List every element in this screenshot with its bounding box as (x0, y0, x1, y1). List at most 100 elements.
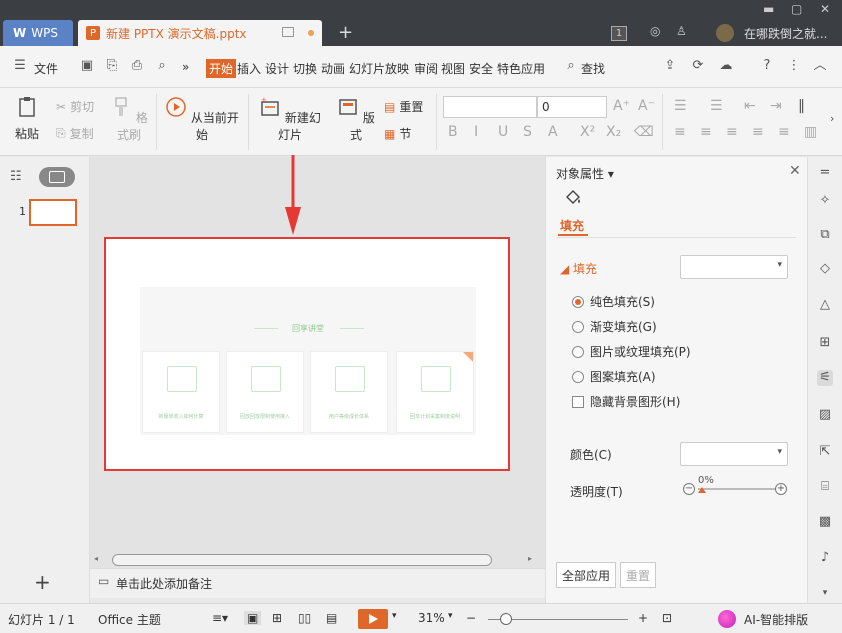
share-icon[interactable]: ⇪ (662, 58, 678, 74)
align-left-icon[interactable]: ≡ (674, 124, 686, 140)
justify-icon[interactable]: ≡ (752, 124, 764, 140)
radio-picture-fill[interactable]: 图片或纹理填充(P) (572, 343, 691, 360)
copy-button[interactable]: ⎘ 复制 (56, 125, 94, 142)
slide-sorter-icon[interactable]: ⊞ (272, 611, 282, 625)
radio-pattern-fill[interactable]: 图案填充(A) (572, 368, 656, 385)
zoom-out-icon[interactable]: − (466, 611, 476, 625)
menu-file[interactable]: 文件 (34, 60, 58, 77)
zoom-dropdown-icon[interactable]: ▾ (448, 611, 453, 621)
normal-view-icon[interactable]: ▣ (244, 611, 262, 625)
panel-title[interactable]: 对象属性 ▾ (556, 165, 614, 182)
cut-button[interactable]: ✂ 剪切 (56, 98, 94, 115)
increase-transparency-button[interactable]: + (775, 483, 787, 495)
zoom-in-icon[interactable]: + (638, 611, 648, 625)
maximize-icon[interactable]: ▢ (791, 2, 802, 16)
document-tab[interactable]: P 新建 PPTX 演示文稿.pptx (78, 20, 322, 46)
notification-badge[interactable]: 1 (611, 26, 627, 41)
user-name[interactable]: 在哪跌倒之就... (744, 25, 827, 42)
increase-font-icon[interactable]: A⁺ (613, 98, 630, 114)
decrease-transparency-button[interactable]: − (683, 483, 695, 495)
radio-button[interactable] (572, 295, 584, 308)
slide-view-toggle[interactable] (39, 167, 75, 187)
cloud-sync-icon[interactable]: ☁ (718, 58, 734, 74)
add-slide-icon[interactable]: + (34, 570, 51, 594)
italic-icon[interactable]: I (474, 124, 478, 140)
horizontal-scrollbar[interactable]: ◂ ▸ (90, 552, 545, 568)
font-family-select[interactable] (443, 96, 537, 118)
tab-start[interactable]: 开始 (206, 59, 237, 78)
scroll-down-icon[interactable]: ▾ (817, 585, 833, 601)
strikethrough-icon[interactable]: S (523, 124, 532, 140)
tab-view[interactable]: 视图 (441, 60, 465, 77)
slide-canvas[interactable]: 回享讲堂 新服单收入如何计算 回放回放限制使用接入 用户等级成长体系 回享计划采… (90, 155, 545, 567)
grid-icon[interactable]: ⊞ (817, 335, 833, 351)
presenter-view-icon[interactable]: ▤ (326, 611, 337, 625)
tab-slideshow[interactable]: 幻灯片放映 (349, 60, 409, 77)
format-painter-button[interactable]: 格式刷 (108, 96, 150, 143)
shapes-icon[interactable]: ◇ (817, 261, 833, 277)
underline-icon[interactable]: U (498, 124, 508, 140)
export-icon[interactable]: ⎘ (104, 58, 120, 74)
font-size-select[interactable]: 0 (537, 96, 607, 118)
tab-special-apps[interactable]: 特色应用 (497, 60, 545, 77)
image-icon[interactable]: ▩ (817, 514, 833, 530)
radio-button[interactable] (572, 345, 584, 358)
slider-handle[interactable] (698, 487, 706, 493)
tab-animation[interactable]: 动画 (321, 60, 345, 77)
search-icon[interactable]: ⌕ (563, 58, 579, 74)
distribute-icon[interactable]: ≡ (778, 124, 790, 140)
columns-icon[interactable]: ▥ (804, 124, 817, 140)
save-icon[interactable]: ▣ (79, 58, 95, 74)
search-label[interactable]: 查找 (581, 60, 605, 77)
scroll-right-icon[interactable]: ▸ (528, 554, 532, 563)
menu-icon[interactable]: ▬ (763, 2, 774, 16)
reading-view-icon[interactable]: ▯▯ (298, 611, 311, 625)
reset-properties-button[interactable]: 重置 (620, 562, 657, 588)
slide[interactable]: 回享讲堂 新服单收入如何计算 回放回放限制使用接入 用户等级成长体系 回享计划采… (104, 237, 510, 471)
hamburger-icon[interactable]: ☰ (12, 58, 28, 74)
notes-toggle-icon[interactable]: ≡▾ (212, 611, 228, 625)
transparency-slider[interactable] (698, 488, 778, 490)
ai-icon[interactable] (718, 610, 736, 628)
fill-section-header[interactable]: ◢ 填充 (560, 260, 597, 277)
sync-icon[interactable]: ⟳ (690, 58, 706, 74)
play-slideshow-button[interactable] (358, 609, 388, 629)
tab-transition[interactable]: 切换 (293, 60, 317, 77)
archive-icon[interactable]: ⌸ (817, 479, 833, 495)
tab-design[interactable]: 设计 (265, 60, 289, 77)
align-right-icon[interactable]: ≡ (726, 124, 738, 140)
line-spacing-icon[interactable]: ‖ (798, 98, 805, 114)
radio-solid-fill[interactable]: 纯色填充(S) (572, 293, 655, 310)
tab-review[interactable]: 审阅 (414, 60, 438, 77)
help-icon[interactable]: ? (759, 58, 775, 74)
radio-button[interactable] (572, 320, 584, 333)
radio-button[interactable] (572, 370, 584, 383)
layout-button[interactable]: 版式 (336, 96, 376, 143)
from-current-button[interactable]: 从当前开始 (164, 96, 240, 143)
tab-security[interactable]: 安全 (469, 60, 493, 77)
collapse-ribbon-icon[interactable]: ︿ (812, 58, 828, 74)
export-icon[interactable]: ⇱ (817, 444, 833, 460)
style-icon[interactable]: △ (817, 297, 833, 313)
new-tab-button[interactable]: + (338, 22, 353, 43)
cloud-icon[interactable]: ◎ (650, 24, 660, 38)
indent-decrease-icon[interactable]: ⇤ (744, 98, 756, 114)
copy-format-icon[interactable]: ⧉ (817, 227, 833, 243)
bold-icon[interactable]: B (448, 124, 458, 140)
new-slide-button[interactable]: + 新建幻灯片 (256, 96, 324, 143)
color-select[interactable] (680, 442, 788, 466)
zoom-handle[interactable] (500, 613, 512, 625)
ribbon-scroll-right-icon[interactable]: › (830, 112, 834, 125)
font-color-icon[interactable]: A (548, 124, 558, 140)
apply-all-button[interactable]: 全部应用 (556, 562, 617, 588)
tab-fill[interactable]: 填充 (560, 217, 584, 234)
tab-insert[interactable]: 插入 (237, 60, 261, 77)
screen-icon[interactable] (282, 27, 294, 37)
reset-button[interactable]: ▤ 重置 (384, 98, 423, 115)
notes-area[interactable]: ▭ 单击此处添加备注 (90, 568, 545, 598)
picture-icon[interactable]: ▨ (817, 407, 833, 423)
play-dropdown-icon[interactable]: ▾ (392, 611, 397, 621)
zoom-level[interactable]: 31% (418, 611, 445, 625)
outline-view-icon[interactable]: ☷ (10, 169, 22, 184)
audio-icon[interactable]: ♪ (817, 550, 833, 566)
